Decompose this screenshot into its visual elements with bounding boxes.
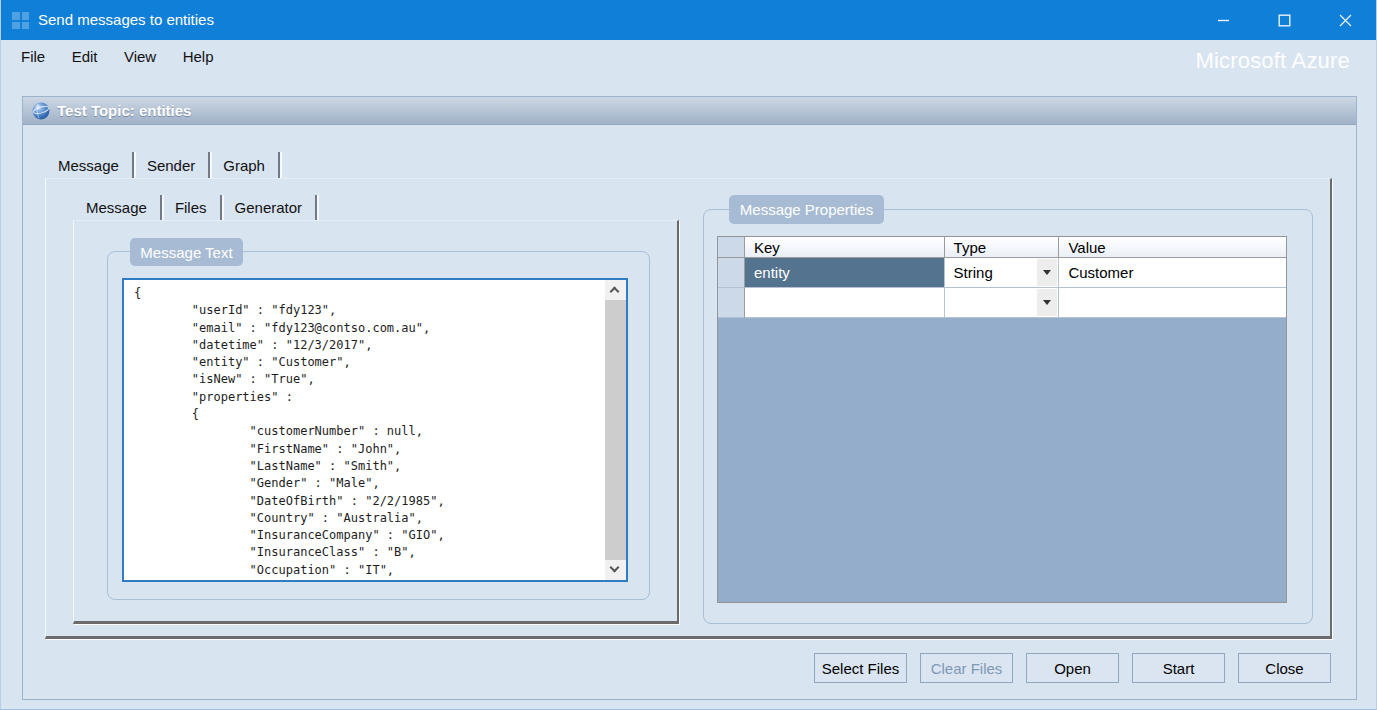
tab-inner-files[interactable]: Files xyxy=(162,195,222,220)
menu-bar: File Edit View Help xyxy=(1,40,1376,77)
open-button[interactable]: Open xyxy=(1026,653,1119,683)
cell-key[interactable]: entity xyxy=(745,258,945,288)
properties-grid: Key Type Value entity String Customer xyxy=(717,236,1287,603)
type-dropdown-button[interactable] xyxy=(1037,289,1057,316)
inner-tabstrip: Message Files Generator xyxy=(73,195,317,220)
cell-type[interactable] xyxy=(945,288,1060,318)
scroll-up-button[interactable] xyxy=(605,280,626,300)
col-header-key[interactable]: Key xyxy=(745,237,945,258)
menu-edit[interactable]: Edit xyxy=(61,40,109,74)
grid-corner-cell xyxy=(718,237,745,258)
tab-graph[interactable]: Graph xyxy=(210,152,280,178)
close-button[interactable] xyxy=(1315,0,1376,40)
message-properties-groupbox: Message Properties Key Type Value entity… xyxy=(703,209,1313,624)
cell-key[interactable] xyxy=(745,288,945,318)
message-text-area[interactable]: { "userId" : "fdy123", "email" : "fdy123… xyxy=(122,278,628,582)
minimize-button[interactable] xyxy=(1193,0,1254,40)
outer-tabpage: Message Files Generator Message Text { "… xyxy=(45,178,1332,639)
grid-header-row: Key Type Value xyxy=(718,237,1286,258)
outer-tabstrip: Message Sender Graph xyxy=(45,152,280,178)
title-bar: Send messages to entities xyxy=(1,0,1376,40)
windows-logo-icon xyxy=(12,12,29,29)
grid-row-2 xyxy=(718,288,1286,318)
window-title: Send messages to entities xyxy=(38,0,214,40)
azure-brand-text: Microsoft Azure xyxy=(1195,48,1350,74)
dropdown-arrow-icon xyxy=(1043,270,1051,275)
menu-help[interactable]: Help xyxy=(172,40,225,74)
app-window: Send messages to entities File Edit View… xyxy=(0,0,1377,710)
cell-type[interactable]: String xyxy=(945,258,1060,288)
message-json[interactable]: { "userId" : "fdy123", "email" : "fdy123… xyxy=(124,280,607,580)
test-topic-header: Test Topic: entities xyxy=(23,97,1356,125)
start-button[interactable]: Start xyxy=(1132,653,1225,683)
tab-message[interactable]: Message xyxy=(45,152,134,178)
menu-view[interactable]: View xyxy=(113,40,167,74)
message-properties-label: Message Properties xyxy=(729,195,884,224)
row-selector[interactable] xyxy=(718,258,745,288)
cell-type-text: String xyxy=(954,264,993,281)
menu-file[interactable]: File xyxy=(10,40,56,74)
tab-inner-message[interactable]: Message xyxy=(73,195,162,220)
maximize-button[interactable] xyxy=(1254,0,1315,40)
inner-tabpage: Message Text { "userId" : "fdy123", "ema… xyxy=(73,220,679,624)
cell-value[interactable]: Customer xyxy=(1059,258,1286,288)
group-title: Test Topic: entities xyxy=(57,97,191,125)
close-action-button[interactable]: Close xyxy=(1238,653,1331,683)
scroll-down-button[interactable] xyxy=(605,560,626,580)
col-header-type[interactable]: Type xyxy=(945,237,1060,258)
dropdown-arrow-icon xyxy=(1043,300,1051,305)
tab-inner-generator[interactable]: Generator xyxy=(222,195,318,220)
clear-files-button[interactable]: Clear Files xyxy=(920,653,1013,683)
grid-row-1: entity String Customer xyxy=(718,258,1286,288)
select-files-button[interactable]: Select Files xyxy=(814,653,907,683)
col-header-value[interactable]: Value xyxy=(1059,237,1286,258)
message-text-label: Message Text xyxy=(130,238,243,266)
cell-value[interactable] xyxy=(1059,288,1286,318)
message-text-groupbox: Message Text { "userId" : "fdy123", "ema… xyxy=(107,251,650,600)
vertical-scrollbar[interactable] xyxy=(605,280,626,580)
test-topic-groupbox: Test Topic: entities Message Sender Grap… xyxy=(22,96,1357,700)
tab-sender[interactable]: Sender xyxy=(134,152,210,178)
globe-icon xyxy=(32,102,50,120)
row-selector[interactable] xyxy=(718,288,745,318)
type-dropdown-button[interactable] xyxy=(1037,259,1057,286)
